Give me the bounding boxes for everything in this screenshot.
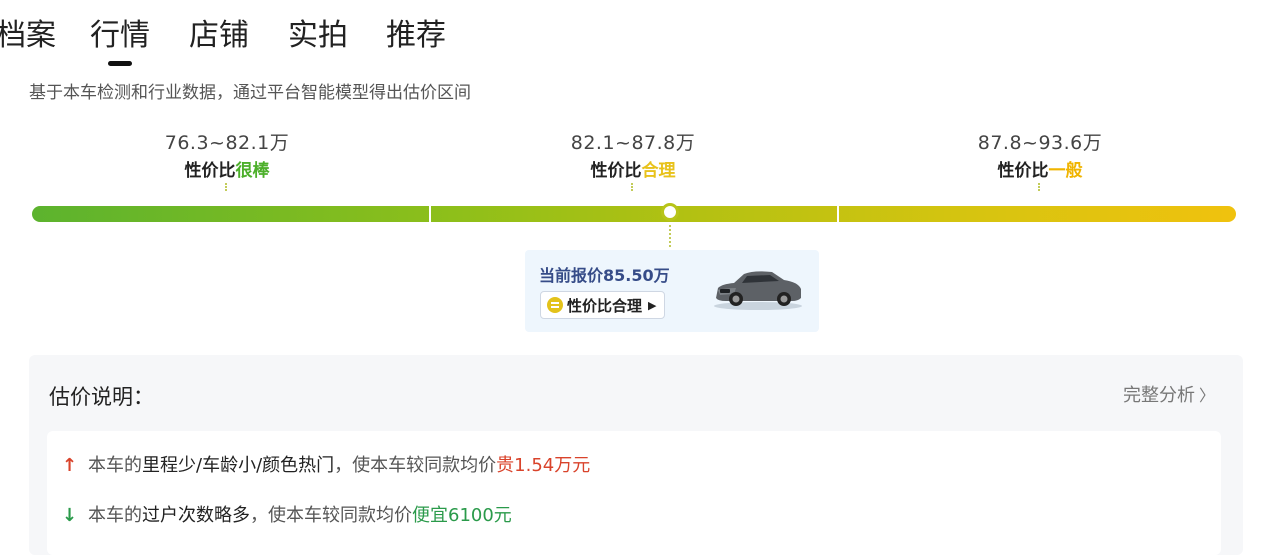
price-range-average: 87.8~93.6万 性价比一般: [920, 128, 1160, 191]
range-price: 87.8~93.6万: [977, 132, 1103, 154]
range-price: 82.1~87.8万: [570, 132, 696, 154]
arrow-up-icon: ↑: [62, 455, 78, 476]
valuation-explanation-panel: 估价说明： 完整分析〉 ↑ 本车的里程少/车龄小/颜色热门，使本车较同款均价贵1.…: [29, 355, 1243, 555]
full-analysis-link[interactable]: 完整分析〉: [1123, 381, 1215, 407]
explanation-list: ↑ 本车的里程少/车龄小/颜色热门，使本车较同款均价贵1.54万元 ↓ 本车的过户次…: [47, 431, 1221, 555]
chevron-right-icon: 〉: [1198, 386, 1215, 405]
item-factor: 里程少/车龄小/颜色热门: [142, 455, 335, 476]
tab-store[interactable]: 店铺: [189, 14, 249, 58]
range-label: 性价比合理: [513, 156, 753, 181]
range-label-prefix: 性价比: [590, 161, 642, 181]
play-arrow-icon: ▶: [648, 298, 657, 312]
tab-archive[interactable]: 档案: [0, 14, 56, 58]
value-rating-button[interactable]: 性价比合理 ▶: [540, 291, 666, 319]
range-divider: [429, 206, 431, 222]
value-rating-label: 性价比合理: [567, 296, 643, 315]
range-price: 76.3~82.1万: [164, 132, 290, 154]
price-range-good: 76.3~82.1万 性价比很棒: [107, 128, 347, 191]
range-connector: [920, 183, 1160, 191]
list-item: ↑ 本车的里程少/车龄小/颜色热门，使本车较同款均价贵1.54万元: [62, 451, 590, 477]
item-factor: 过户次数略多: [142, 505, 250, 526]
range-connector: [513, 183, 753, 191]
range-divider: [837, 206, 839, 222]
explanation-title: 估价说明：: [49, 385, 154, 409]
range-label-suffix: 很棒: [235, 161, 270, 181]
item-middle: ，使本车较同款均价: [334, 455, 497, 476]
item-delta: 便宜6100元: [412, 505, 512, 526]
range-label: 性价比很棒: [107, 156, 347, 181]
item-prefix: 本车的: [88, 455, 142, 476]
item-middle: ，使本车较同款均价: [250, 505, 412, 526]
item-delta: 贵1.54万元: [496, 455, 591, 476]
tab-recommend[interactable]: 推荐: [386, 14, 446, 58]
current-price-text: 当前报价85.50万: [539, 266, 670, 285]
current-price-marker: [661, 203, 679, 221]
car-thumbnail-icon: [714, 271, 802, 310]
tab-market[interactable]: 行情: [90, 14, 150, 58]
arrow-down-icon: ↓: [62, 505, 78, 526]
range-connector: [107, 183, 347, 191]
price-range-bar: [32, 206, 1236, 222]
range-label-prefix: 性价比: [997, 161, 1049, 181]
valuation-subtitle: 基于本车检测和行业数据，通过平台智能模型得出估价区间: [29, 83, 471, 103]
range-label-suffix: 合理: [641, 161, 676, 181]
range-label: 性价比一般: [920, 156, 1160, 181]
item-prefix: 本车的: [88, 505, 142, 526]
equal-circle-icon: [547, 297, 563, 313]
range-label-prefix: 性价比: [184, 161, 236, 181]
range-label-suffix: 一般: [1048, 161, 1083, 181]
price-range-fair: 82.1~87.8万 性价比合理: [513, 128, 753, 191]
list-item: ↓ 本车的过户次数略多，使本车较同款均价便宜6100元: [62, 501, 512, 527]
tab-photos[interactable]: 实拍: [288, 14, 348, 58]
full-analysis-label: 完整分析: [1122, 385, 1195, 406]
current-price-card: 当前报价85.50万 性价比合理 ▶: [525, 250, 819, 332]
marker-connector: [669, 225, 671, 247]
